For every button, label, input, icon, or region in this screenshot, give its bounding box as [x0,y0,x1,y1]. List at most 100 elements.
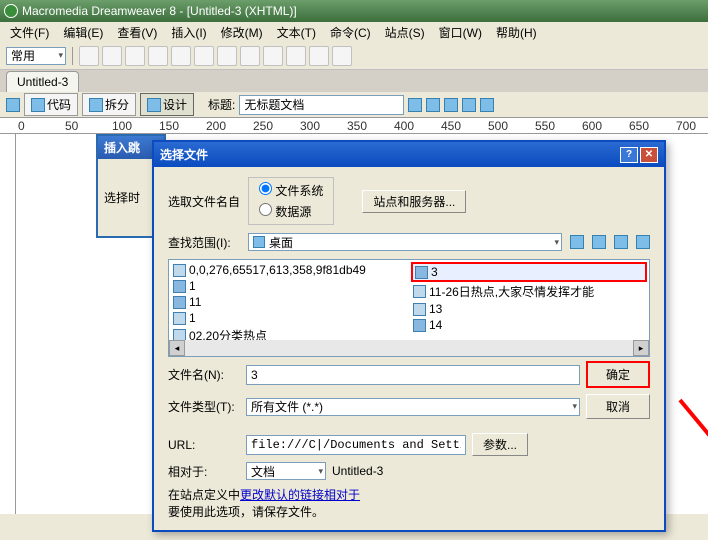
file-item-label: 0,0,276,65517,613,358,9f81db49 [189,263,366,277]
tb-layer-icon[interactable] [171,46,191,66]
tb-date-icon[interactable] [240,46,260,66]
params-button[interactable]: 参数... [472,433,528,456]
close-button[interactable]: ✕ [640,147,658,163]
note-text-1: 在站点定义中 [168,488,240,502]
filetype-value: 所有文件 (*.*) [251,398,323,415]
code-view-button[interactable]: 代码 [24,93,78,116]
filename-input[interactable] [246,365,580,385]
options-icon[interactable] [462,98,476,112]
horizontal-ruler: 0501001502002503003504004505005506006507… [0,118,708,134]
split-view-button[interactable]: 拆分 [82,93,136,116]
tb-table-icon[interactable] [148,46,168,66]
file-item-label: 1 [189,279,196,293]
file-list[interactable]: 0,0,276,65517,613,358,9f81db49111102.20分… [168,259,650,357]
menu-text[interactable]: 文本(T) [271,22,322,43]
app-logo-icon [4,4,18,18]
menu-window[interactable]: 窗口(W) [433,22,488,43]
folder-icon [415,266,428,279]
view-options-icon[interactable] [480,98,494,112]
tb-comment-icon[interactable] [286,46,306,66]
file-item[interactable]: 3 [411,262,647,282]
doc-toolbar: 代码 拆分 设计 标题: [0,92,708,118]
url-input[interactable] [246,435,466,455]
folder-icon [173,280,186,293]
file-item[interactable]: 13 [411,301,647,317]
menu-modify[interactable]: 修改(M) [215,22,269,43]
tb-email-icon[interactable] [102,46,122,66]
expand-icon[interactable] [6,98,20,112]
toolbar-mode-combo[interactable]: 常用 [6,47,66,65]
split-icon [89,98,103,112]
split-label: 拆分 [105,96,129,113]
cancel-button[interactable]: 取消 [586,394,650,419]
radio-ds-input[interactable] [259,203,272,216]
up-icon[interactable] [592,235,606,249]
menu-file[interactable]: 文件(F) [4,22,55,43]
sites-servers-button[interactable]: 站点和服务器... [362,190,466,213]
help-button[interactable]: ? [620,147,638,163]
rel-value: 文档 [251,463,275,480]
file-item-label: 14 [429,318,442,332]
ok-button[interactable]: 确定 [586,361,650,388]
insert-toolbar: 常用 [0,42,708,70]
file-item[interactable]: 14 [411,317,647,333]
radio-fs-input[interactable] [259,182,272,195]
tb-image-icon[interactable] [194,46,214,66]
select-from-label: 选取文件名自 [168,193,240,210]
design-icon [147,98,161,112]
title-label: 标题: [208,96,235,113]
change-default-link[interactable]: 更改默认的链接相对于 [240,488,360,502]
menu-view[interactable]: 查看(V) [111,22,163,43]
code-label: 代码 [47,96,71,113]
menu-commands[interactable]: 命令(C) [324,22,377,43]
rel-doc-name: Untitled-3 [332,464,383,478]
tb-server-icon[interactable] [263,46,283,66]
file-list-scrollbar[interactable]: ◂ ▸ [169,340,649,356]
vertical-ruler [0,134,16,514]
design-view-button[interactable]: 设计 [140,93,194,116]
file-item[interactable]: 11-26日热点,大家尽情发挥才能 [411,282,647,301]
file-item-label: 13 [429,302,442,316]
file-item[interactable]: 1 [171,310,407,326]
preview-icon[interactable] [426,98,440,112]
menu-insert[interactable]: 插入(I) [165,22,212,43]
app-titlebar: Macromedia Dreamweaver 8 - [Untitled-3 (… [0,0,708,22]
views-icon[interactable] [636,235,650,249]
radio-datasource[interactable]: 数据源 [259,203,323,220]
menu-site[interactable]: 站点(S) [379,22,431,43]
file-item[interactable]: 0,0,276,65517,613,358,9f81db49 [171,262,407,278]
tb-media-icon[interactable] [217,46,237,66]
validate-icon[interactable] [408,98,422,112]
doc-tabs: Untitled-3 [0,70,708,92]
tb-tag-icon[interactable] [332,46,352,66]
menu-edit[interactable]: 编辑(E) [57,22,109,43]
file-item-label: 3 [431,265,438,279]
app-title: Macromedia Dreamweaver 8 - [Untitled-3 (… [22,4,297,18]
menu-help[interactable]: 帮助(H) [490,22,543,43]
source-radio-group: 文件系统 数据源 [248,177,334,225]
tb-template-icon[interactable] [309,46,329,66]
new-folder-icon[interactable] [614,235,628,249]
folder-icon [173,296,186,309]
filetype-combo[interactable]: 所有文件 (*.*) [246,398,580,416]
scroll-right-icon[interactable]: ▸ [633,340,649,356]
radio-filesystem[interactable]: 文件系统 [259,182,323,199]
insert-dlg-label: 选择时 [104,191,140,205]
file-item-label: 1 [189,311,196,325]
desktop-icon [253,236,265,248]
title-input[interactable] [239,95,404,115]
tb-hyperlink-icon[interactable] [79,46,99,66]
doc-tab[interactable]: Untitled-3 [6,71,79,92]
file-icon [413,285,426,298]
code-icon [31,98,45,112]
scroll-left-icon[interactable]: ◂ [169,340,185,356]
relative-combo[interactable]: 文档 [246,462,326,480]
file-item[interactable]: 1 [171,278,407,294]
design-label: 设计 [163,96,187,113]
file-item[interactable]: 11 [171,294,407,310]
tb-anchor-icon[interactable] [125,46,145,66]
refresh-icon[interactable] [444,98,458,112]
doc-tab-label: Untitled-3 [17,75,68,89]
back-icon[interactable] [570,235,584,249]
look-in-combo[interactable]: 桌面 [248,233,562,251]
